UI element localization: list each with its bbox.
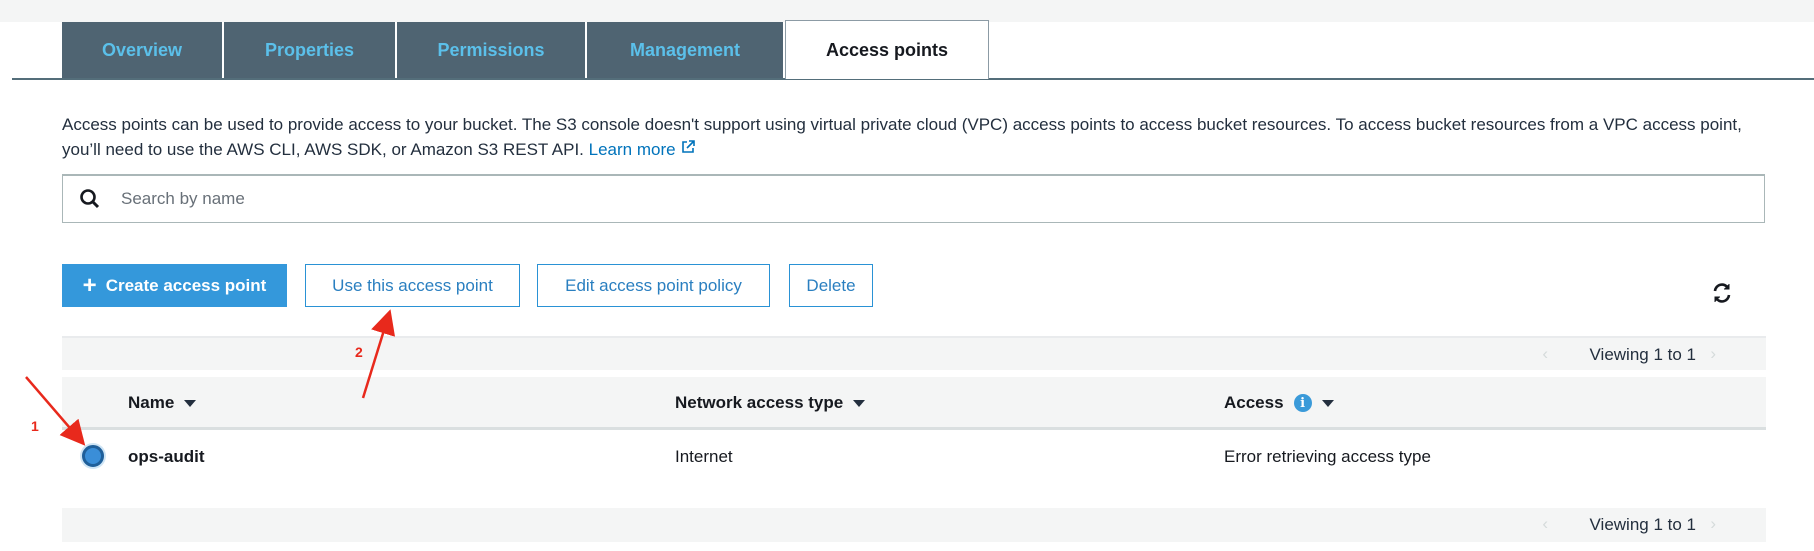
annotation-label-2: 2 [355,344,363,360]
arrow-2 [361,309,396,399]
annotation-label-1: 1 [31,418,39,434]
annotation-arrows [25,309,396,446]
